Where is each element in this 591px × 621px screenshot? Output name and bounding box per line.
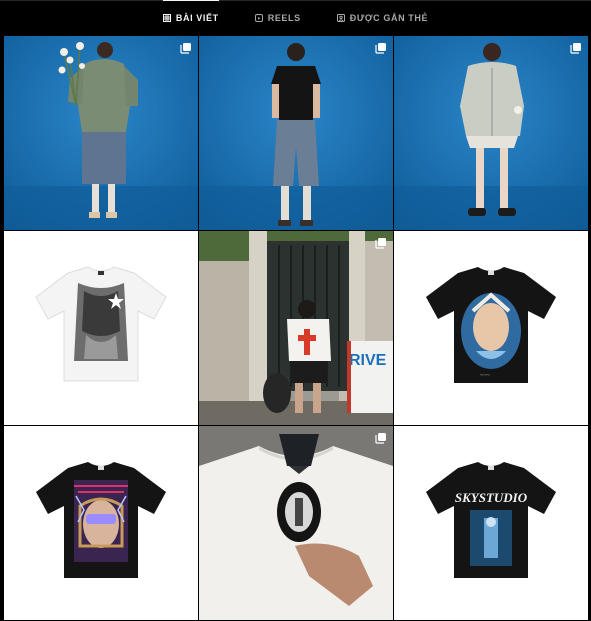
tab-tagged-label: ĐƯỢC GẮN THẺ xyxy=(349,13,429,23)
sign-text: RIVE xyxy=(349,352,387,369)
post-thumbnail[interactable] xyxy=(4,426,198,620)
grid-icon xyxy=(162,14,171,22)
posts-grid: RIVE ~~~ SKYSTUDIO xyxy=(4,36,588,620)
multiple-photos-icon xyxy=(570,43,581,54)
tagged-icon xyxy=(336,14,345,22)
post-image xyxy=(199,426,393,620)
post-image xyxy=(4,36,198,230)
post-thumbnail[interactable] xyxy=(4,231,198,425)
shirt-print-text: SKYSTUDIO xyxy=(455,490,528,505)
multiple-photos-icon xyxy=(375,43,386,54)
multiple-photos-icon xyxy=(375,433,386,444)
multiple-photos-icon xyxy=(375,238,386,249)
profile-tabs: BÀI VIẾT REELS ĐƯỢC GẮN THẺ xyxy=(0,0,591,35)
post-thumbnail[interactable]: RIVE xyxy=(199,231,393,425)
tab-tagged[interactable]: ĐƯỢC GẮN THẺ xyxy=(336,1,429,35)
tab-reels[interactable]: REELS xyxy=(254,1,301,35)
post-thumbnail[interactable] xyxy=(199,36,393,230)
post-image xyxy=(4,426,198,620)
post-image: SKYSTUDIO xyxy=(394,426,588,620)
tab-reels-label: REELS xyxy=(267,13,301,23)
post-thumbnail[interactable] xyxy=(4,36,198,230)
post-image xyxy=(199,36,393,230)
post-image xyxy=(4,231,198,425)
post-thumbnail[interactable] xyxy=(394,36,588,230)
post-thumbnail[interactable]: ~~~ xyxy=(394,231,588,425)
reels-icon xyxy=(254,14,263,22)
post-image: RIVE xyxy=(199,231,393,425)
multiple-photos-icon xyxy=(180,43,191,54)
post-image: ~~~ xyxy=(394,231,588,425)
post-image xyxy=(394,36,588,230)
post-thumbnail[interactable]: SKYSTUDIO xyxy=(394,426,588,620)
tab-posts[interactable]: BÀI VIẾT xyxy=(162,0,219,35)
svg-text:~~~: ~~~ xyxy=(480,373,490,379)
post-thumbnail[interactable] xyxy=(199,426,393,620)
tab-posts-label: BÀI VIẾT xyxy=(175,13,219,23)
